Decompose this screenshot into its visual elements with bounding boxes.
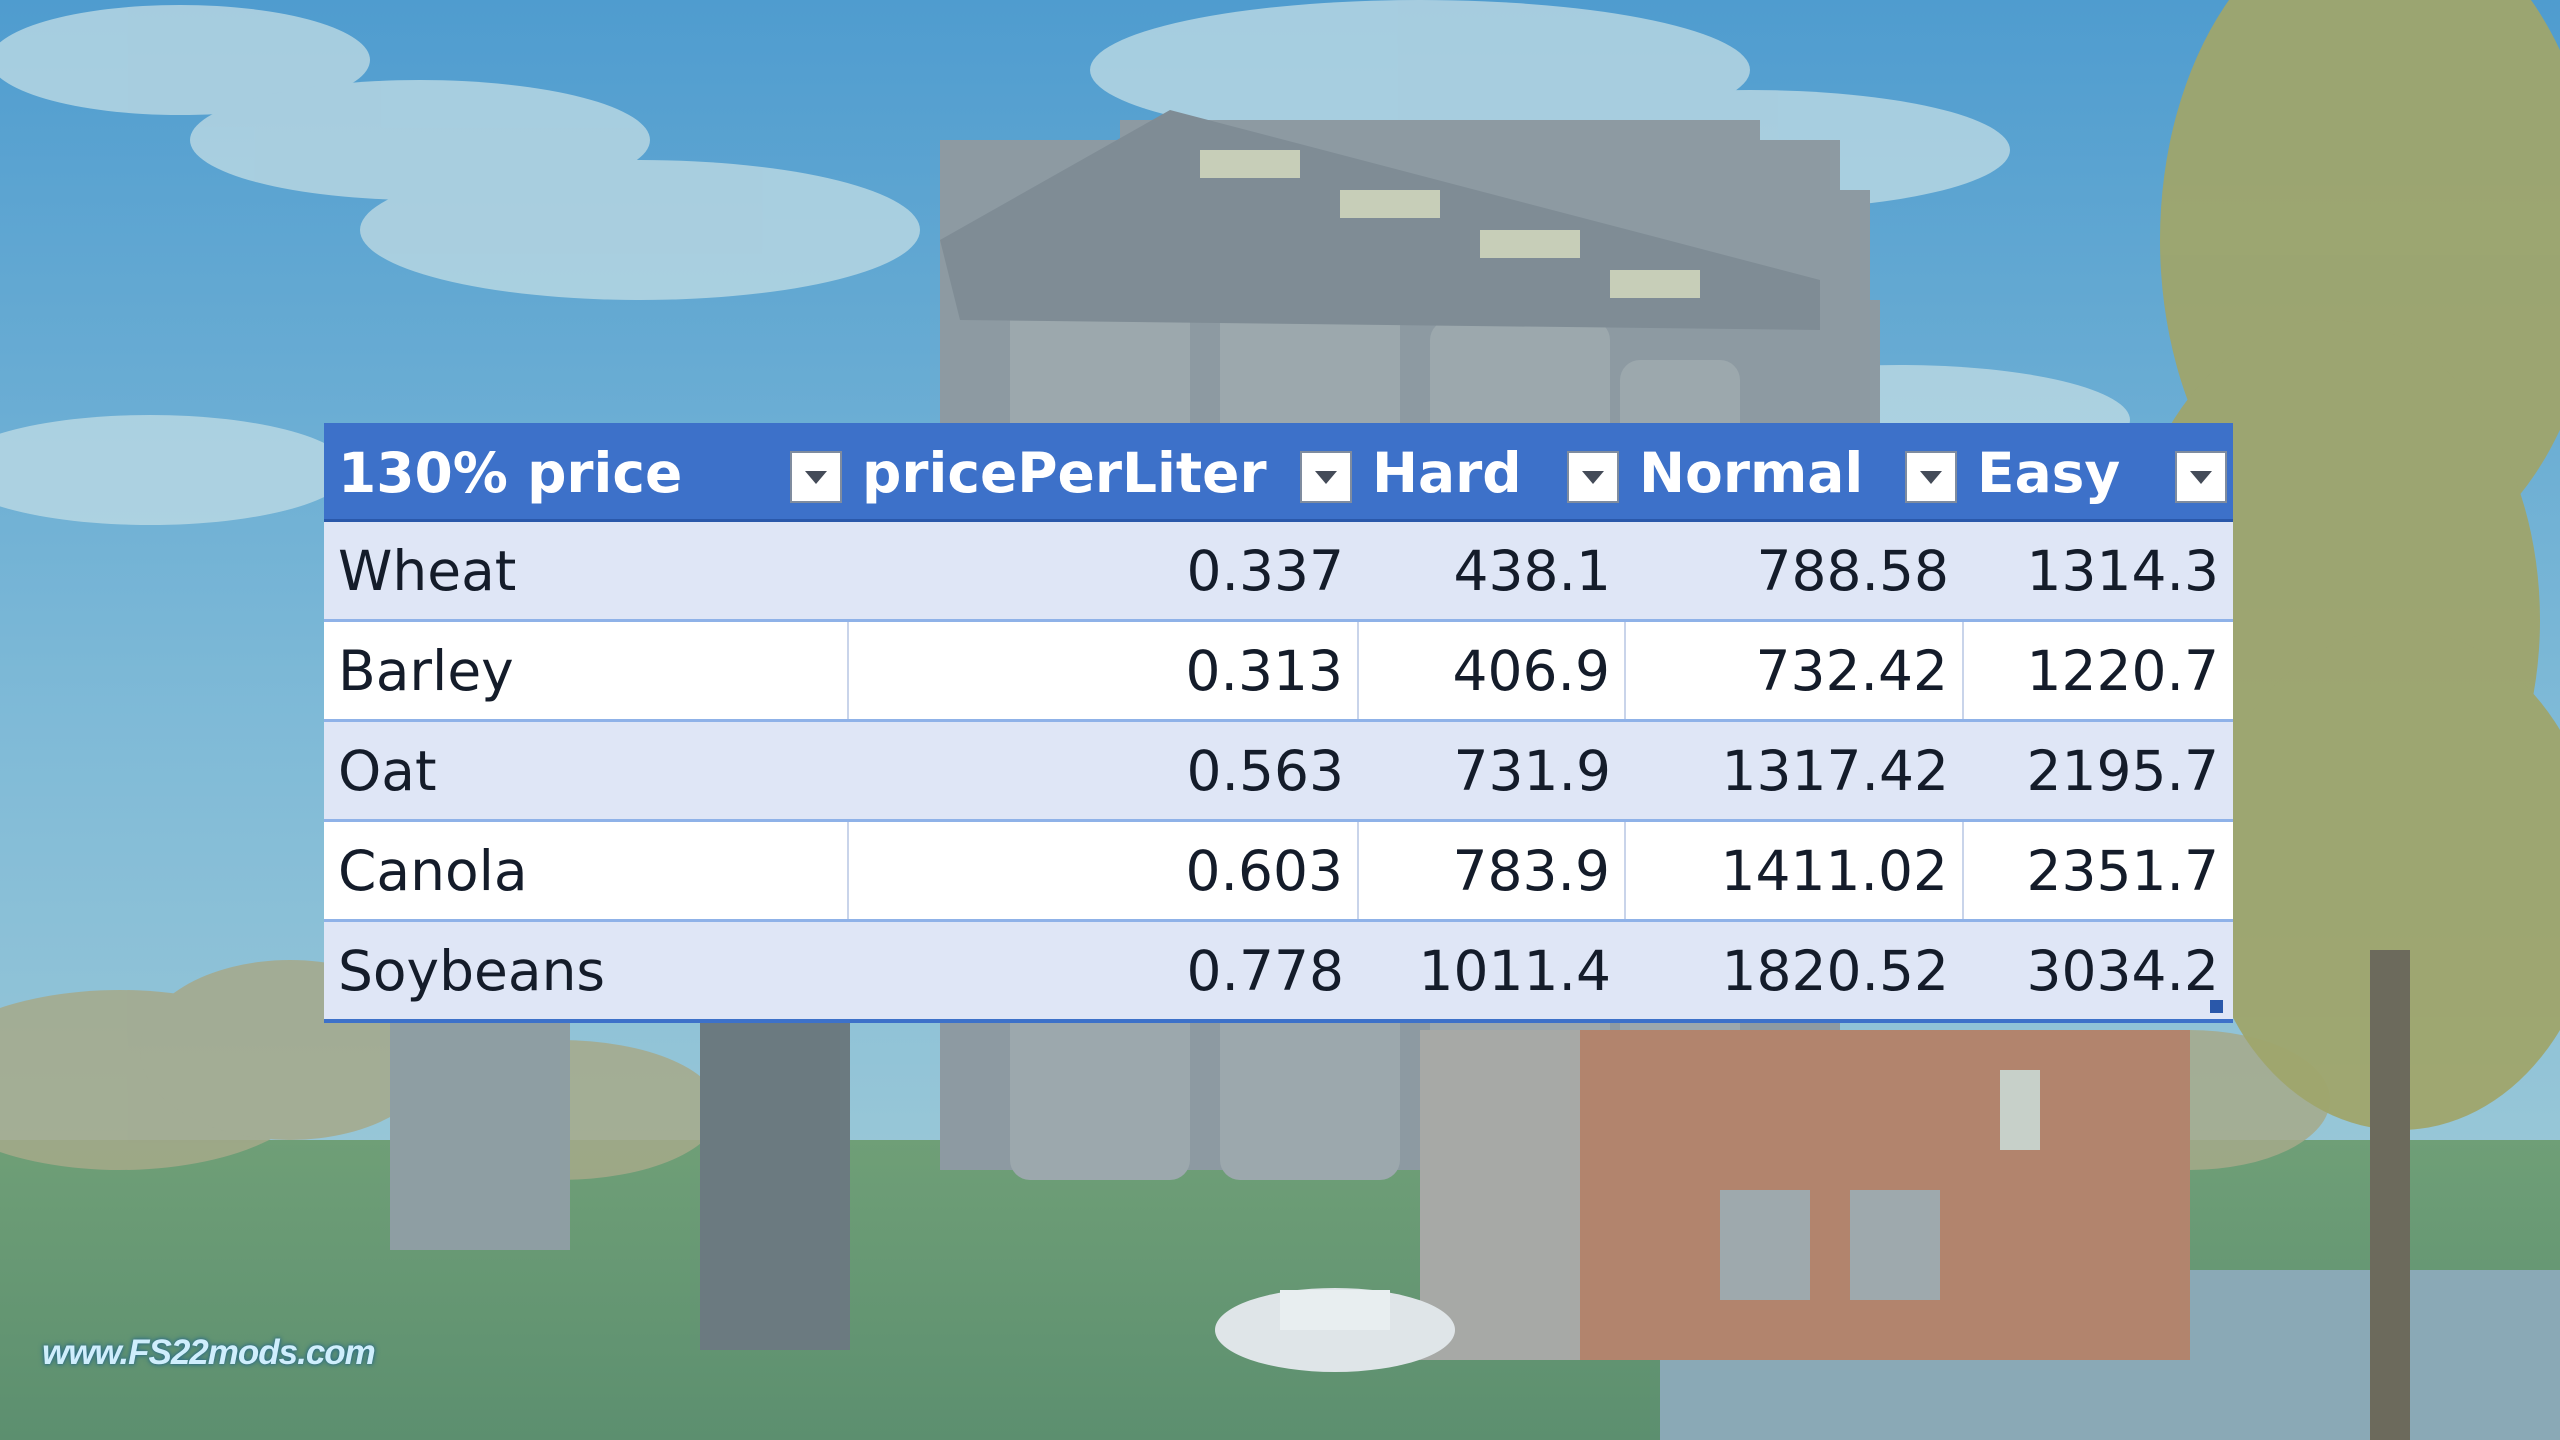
- table-row: Barley 0.313 406.9 732.42 1220.7: [324, 619, 2233, 721]
- normal-price-cell[interactable]: 1317.42: [1625, 719, 1963, 821]
- easy-price-cell[interactable]: 2351.7: [1963, 819, 2233, 921]
- price-per-liter-cell[interactable]: 0.603: [848, 819, 1359, 921]
- normal-price-cell[interactable]: 732.42: [1625, 619, 1964, 721]
- crop-name-cell[interactable]: Soybeans: [324, 919, 848, 1023]
- easy-price-cell[interactable]: 3034.2: [1963, 919, 2233, 1023]
- site-watermark: www.FS22mods.com: [42, 1333, 376, 1372]
- normal-price-cell[interactable]: 1820.52: [1625, 919, 1963, 1023]
- filter-dropdown-icon[interactable]: [1567, 451, 1619, 503]
- table-row: Canola 0.603 783.9 1411.02 2351.7: [324, 819, 2233, 921]
- normal-price-cell[interactable]: 788.58: [1625, 519, 1963, 621]
- column-header-label: pricePerLiter: [862, 440, 1267, 505]
- price-table: 130% price pricePerLiter Hard Normal Eas…: [324, 423, 2233, 1023]
- filter-dropdown-icon[interactable]: [2175, 451, 2227, 503]
- crop-name-cell[interactable]: Wheat: [324, 519, 848, 621]
- price-per-liter-cell[interactable]: 0.313: [848, 619, 1359, 721]
- filter-dropdown-icon[interactable]: [790, 451, 842, 503]
- column-header-normal: Normal: [1625, 423, 1963, 522]
- table-row: Soybeans 0.778 1011.4 1820.52 3034.2: [324, 919, 2233, 1023]
- easy-price-cell[interactable]: 1220.7: [1963, 619, 2233, 721]
- table-header-row: 130% price pricePerLiter Hard Normal Eas…: [324, 423, 2233, 522]
- column-header-price-per-liter: pricePerLiter: [848, 423, 1358, 522]
- hard-price-cell[interactable]: 783.9: [1358, 819, 1626, 921]
- column-header-label: Hard: [1372, 440, 1522, 505]
- price-per-liter-cell[interactable]: 0.778: [848, 919, 1358, 1023]
- crop-name-cell[interactable]: Oat: [324, 719, 848, 821]
- table-row: Wheat 0.337 438.1 788.58 1314.3: [324, 519, 2233, 621]
- hard-price-cell[interactable]: 406.9: [1358, 619, 1626, 721]
- price-per-liter-cell[interactable]: 0.563: [848, 719, 1358, 821]
- price-per-liter-cell[interactable]: 0.337: [848, 519, 1358, 621]
- table-row: Oat 0.563 731.9 1317.42 2195.7: [324, 719, 2233, 821]
- hard-price-cell[interactable]: 731.9: [1358, 719, 1625, 821]
- column-header-hard: Hard: [1358, 423, 1625, 522]
- column-header-easy: Easy: [1963, 423, 2233, 522]
- easy-price-cell[interactable]: 2195.7: [1963, 719, 2233, 821]
- filter-dropdown-icon[interactable]: [1905, 451, 1957, 503]
- normal-price-cell[interactable]: 1411.02: [1625, 819, 1964, 921]
- table-resize-handle[interactable]: [2210, 1000, 2223, 1013]
- column-header-crop: 130% price: [324, 423, 848, 522]
- easy-price-cell[interactable]: 1314.3: [1963, 519, 2233, 621]
- crop-name-cell[interactable]: Barley: [324, 619, 849, 721]
- column-header-label: Easy: [1977, 440, 2121, 505]
- filter-dropdown-icon[interactable]: [1300, 451, 1352, 503]
- column-header-label: 130% price: [338, 440, 683, 505]
- crop-name-cell[interactable]: Canola: [324, 819, 849, 921]
- column-header-label: Normal: [1639, 440, 1864, 505]
- hard-price-cell[interactable]: 438.1: [1358, 519, 1625, 621]
- hard-price-cell[interactable]: 1011.4: [1358, 919, 1625, 1023]
